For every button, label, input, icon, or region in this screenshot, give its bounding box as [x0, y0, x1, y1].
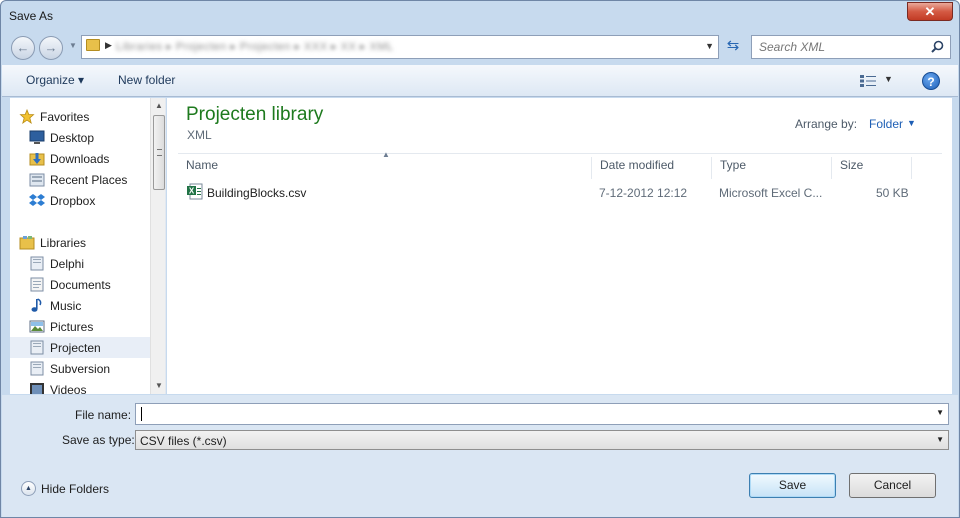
file-name-label: File name: [75, 408, 132, 422]
save-button[interactable]: Save [749, 473, 836, 498]
file-row[interactable]: X BuildingBlocks.csv 7-12-2012 12:12 Mic… [178, 180, 942, 204]
nav-label: Recent Places [50, 173, 128, 187]
forward-button[interactable]: → [39, 36, 63, 60]
file-name-input[interactable]: ▼ [135, 403, 949, 425]
nav-item-videos[interactable]: Videos [10, 379, 150, 394]
address-bar-row: ← → ▼ ▶ Libraries ▸ Projecten ▸ Projecte… [9, 33, 953, 61]
title-bar[interactable]: Save As ✕ [1, 1, 959, 31]
nav-item-dropbox[interactable]: Dropbox [10, 190, 150, 211]
scroll-down-icon[interactable]: ▼ [151, 378, 165, 394]
nav-item-documents[interactable]: Documents [10, 274, 150, 295]
save-options-panel: File name: ▼ Save as type: CSV files (*.… [2, 395, 958, 517]
downloads-icon [29, 153, 45, 166]
organize-button[interactable]: Organize ▾ [26, 73, 84, 87]
file-date-modified: 7-12-2012 12:12 [599, 186, 688, 200]
nav-label: Dropbox [50, 194, 96, 208]
column-header-size[interactable]: Size [832, 157, 912, 179]
nav-label: Downloads [50, 152, 110, 166]
chevron-down-icon[interactable]: ▼ [907, 118, 916, 128]
file-name[interactable]: BuildingBlocks.csv [207, 186, 306, 200]
library-title: Projecten library [186, 104, 324, 125]
scroll-up-icon[interactable]: ▲ [151, 98, 165, 114]
command-bar: Organize ▾ New folder ▼ ? [2, 65, 958, 97]
chevron-right-icon[interactable]: ▶ [105, 40, 112, 51]
nav-label: Pictures [50, 320, 94, 334]
new-folder-button[interactable]: New folder [118, 73, 175, 87]
libraries-icon [19, 236, 35, 250]
nav-item-downloads[interactable]: Downloads [10, 148, 150, 169]
nav-item-favorites[interactable]: Favorites [10, 106, 150, 127]
back-button[interactable]: ← [11, 36, 35, 60]
arrange-by-dropdown[interactable]: Folder [869, 117, 903, 131]
library-icon [30, 340, 44, 355]
nav-label: Videos [50, 383, 87, 394]
nav-label: Projecten [50, 341, 101, 355]
nav-item-subversion[interactable]: Subversion [10, 358, 150, 379]
nav-label: Documents [50, 278, 111, 292]
recent-places-icon [29, 173, 45, 187]
nav-label: Desktop [50, 131, 95, 145]
svg-text:X: X [189, 187, 195, 196]
nav-item-recent-places[interactable]: Recent Places [10, 169, 150, 190]
refresh-icon[interactable]: ⇆ [721, 35, 745, 59]
nav-item-projecten[interactable]: Projecten [10, 337, 150, 358]
save-as-type-value[interactable]: CSV files (*.csv) [140, 434, 227, 448]
chevron-down-icon[interactable]: ▼ [936, 435, 944, 444]
navigation-pane[interactable]: Favorites Desktop Downloads Recent Place… [10, 98, 166, 394]
file-type: Microsoft Excel C... [719, 186, 823, 200]
hide-folders-icon[interactable]: ▲ [21, 481, 36, 496]
cancel-button[interactable]: Cancel [849, 473, 936, 498]
address-path[interactable]: Libraries ▸ Projecten ▸ Projecten ▸ XXX … [116, 40, 394, 53]
address-history-dropdown[interactable]: ▼ [705, 41, 714, 51]
music-icon [31, 298, 42, 312]
nav-item-pictures[interactable]: Pictures [10, 316, 150, 337]
grip-icon [157, 149, 162, 156]
folder-icon [86, 39, 100, 51]
documents-icon [30, 277, 44, 292]
header-divider [178, 153, 942, 154]
pictures-icon [29, 320, 45, 333]
search-placeholder[interactable]: Search XML [759, 40, 825, 54]
file-name-dropdown[interactable]: ▼ [936, 408, 944, 417]
column-header-name[interactable]: Name [178, 157, 592, 179]
nav-item-music[interactable]: Music [10, 295, 150, 316]
help-icon[interactable]: ? [922, 72, 940, 90]
address-bar[interactable]: ▶ Libraries ▸ Projecten ▸ Projecten ▸ XX… [81, 35, 719, 59]
library-icon [30, 361, 44, 376]
close-button[interactable]: ✕ [907, 2, 953, 21]
excel-csv-file-icon: X [187, 183, 203, 200]
recent-locations-dropdown[interactable]: ▼ [69, 41, 77, 50]
nav-item-delphi[interactable]: Delphi [10, 253, 150, 274]
nav-item-libraries[interactable]: Libraries [10, 232, 150, 253]
file-size: 50 KB [876, 186, 909, 200]
view-dropdown[interactable]: ▼ [884, 74, 893, 84]
nav-label: Libraries [40, 236, 87, 250]
nav-scrollbar[interactable]: ▲ ▼ [150, 98, 165, 394]
nav-label: Favorites [40, 110, 90, 124]
save-as-dialog: Save As ✕ ← → ▼ ▶ Libraries ▸ Projecten … [0, 0, 960, 518]
dropbox-icon [29, 194, 45, 206]
view-options-icon[interactable] [860, 75, 876, 87]
nav-label: Subversion [50, 362, 111, 376]
library-subtitle: XML [187, 128, 212, 142]
hide-folders-button[interactable]: Hide Folders [41, 482, 109, 496]
file-list-pane[interactable]: Projecten library XML Arrange by: Folder… [167, 98, 952, 394]
desktop-icon [29, 130, 45, 144]
column-header-date-modified[interactable]: Date modified [592, 157, 712, 179]
search-box[interactable]: Search XML [751, 35, 951, 59]
nav-label: Music [50, 299, 82, 313]
save-as-type-label: Save as type: [62, 433, 135, 447]
save-as-type-select[interactable]: CSV files (*.csv) ▼ [135, 430, 949, 450]
text-cursor [141, 407, 142, 421]
scroll-thumb[interactable] [153, 115, 165, 190]
nav-label: Delphi [50, 257, 85, 271]
window-title: Save As [9, 9, 54, 23]
videos-icon [30, 383, 44, 394]
library-icon [30, 256, 44, 271]
arrange-by-label: Arrange by: [795, 117, 858, 131]
nav-item-desktop[interactable]: Desktop [10, 127, 150, 148]
search-icon[interactable] [931, 40, 944, 53]
star-icon [19, 109, 35, 124]
column-header-type[interactable]: Type [712, 157, 832, 179]
